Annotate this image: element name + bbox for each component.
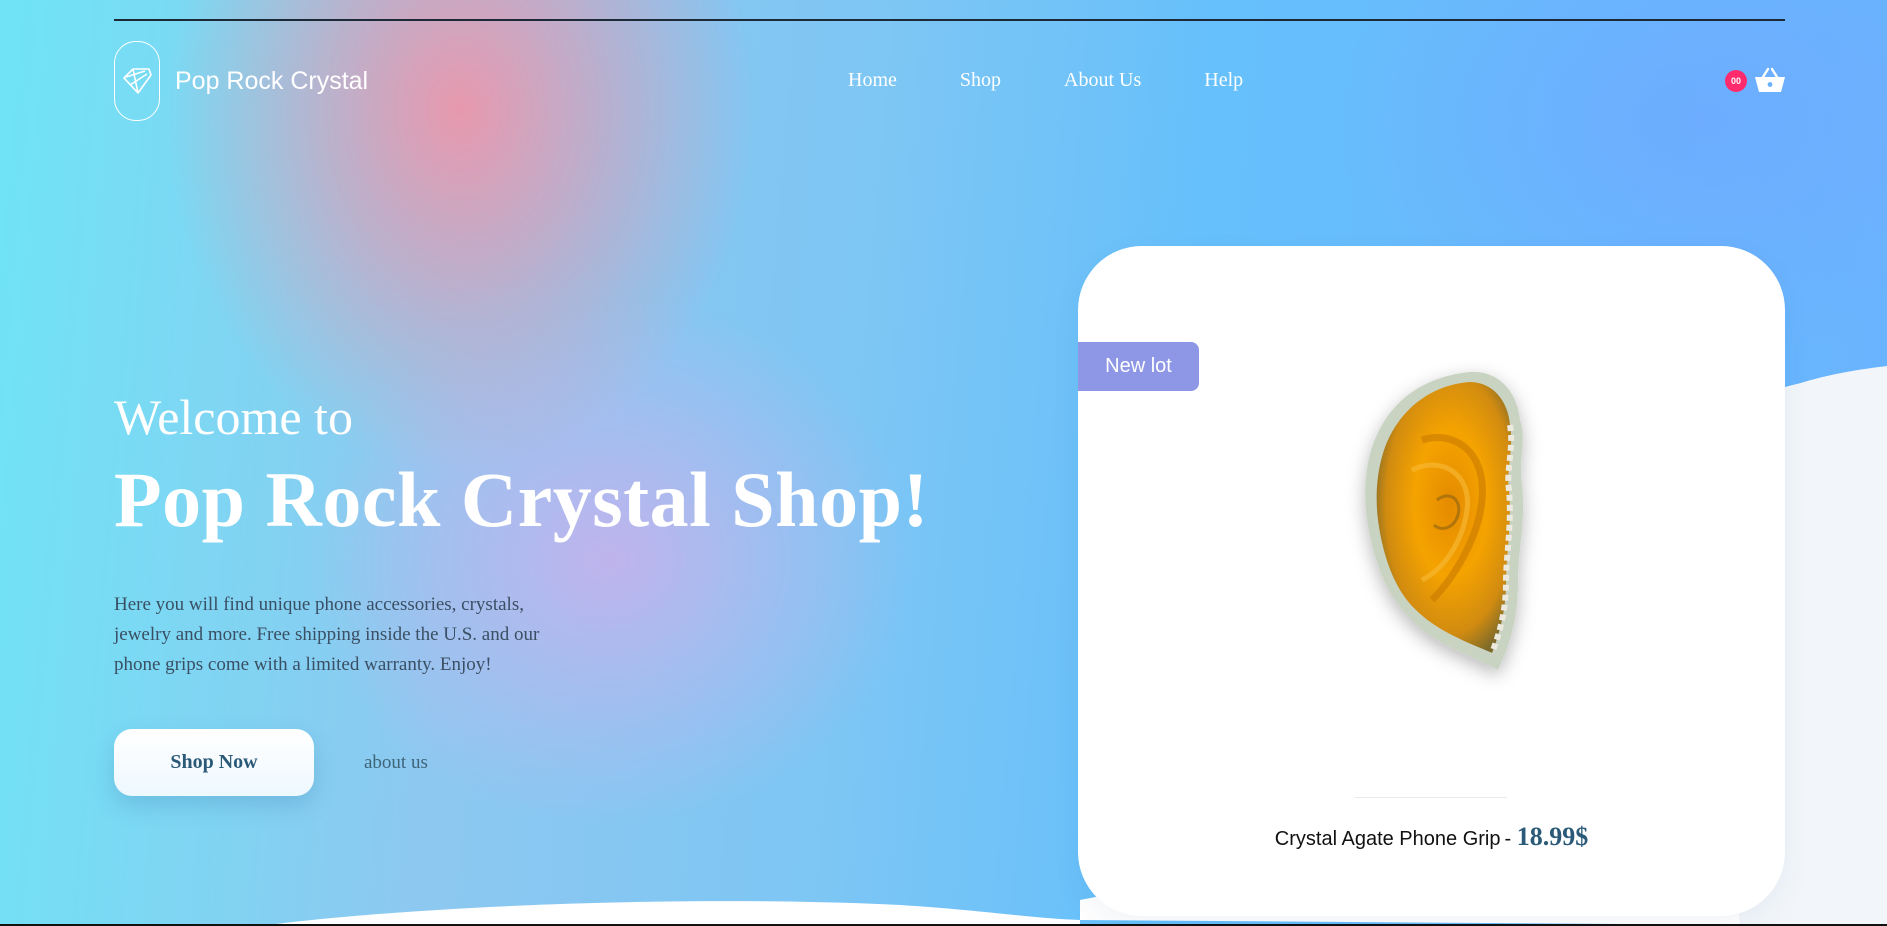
brand-name: Pop Rock Crystal — [175, 66, 369, 95]
product-name[interactable]: Crystal Agate Phone Grip — [1275, 828, 1501, 850]
product-divider — [1355, 797, 1507, 798]
nav-about-us[interactable]: About Us — [1064, 69, 1141, 92]
main-nav: Home Shop About Us Help — [848, 69, 1306, 92]
brand-logo[interactable]: Pop Rock Crystal — [114, 41, 368, 121]
agate-crystal-image[interactable] — [1322, 360, 1552, 695]
product-info: Crystal Agate Phone Grip - 18.99$ — [1078, 822, 1785, 852]
hero-title: Pop Rock Crystal Shop! — [114, 456, 929, 543]
shop-now-button[interactable]: Shop Now — [114, 729, 314, 796]
hero-welcome: Welcome to — [114, 389, 353, 445]
cart-count-badge[interactable]: 00 — [1725, 70, 1747, 92]
basket-icon[interactable] — [1754, 66, 1786, 99]
hero-description: Here you will find unique phone accessor… — [114, 594, 540, 675]
nav-help[interactable]: Help — [1204, 69, 1243, 92]
about-us-link[interactable]: about us — [364, 752, 428, 774]
nav-shop[interactable]: Shop — [960, 69, 1001, 92]
price-separator: - — [1504, 828, 1517, 850]
top-divider — [114, 19, 1785, 21]
new-lot-tag: New lot — [1078, 342, 1199, 391]
product-price: 18.99$ — [1516, 822, 1589, 851]
nav-home[interactable]: Home — [848, 69, 897, 92]
diamond-icon — [114, 41, 160, 121]
